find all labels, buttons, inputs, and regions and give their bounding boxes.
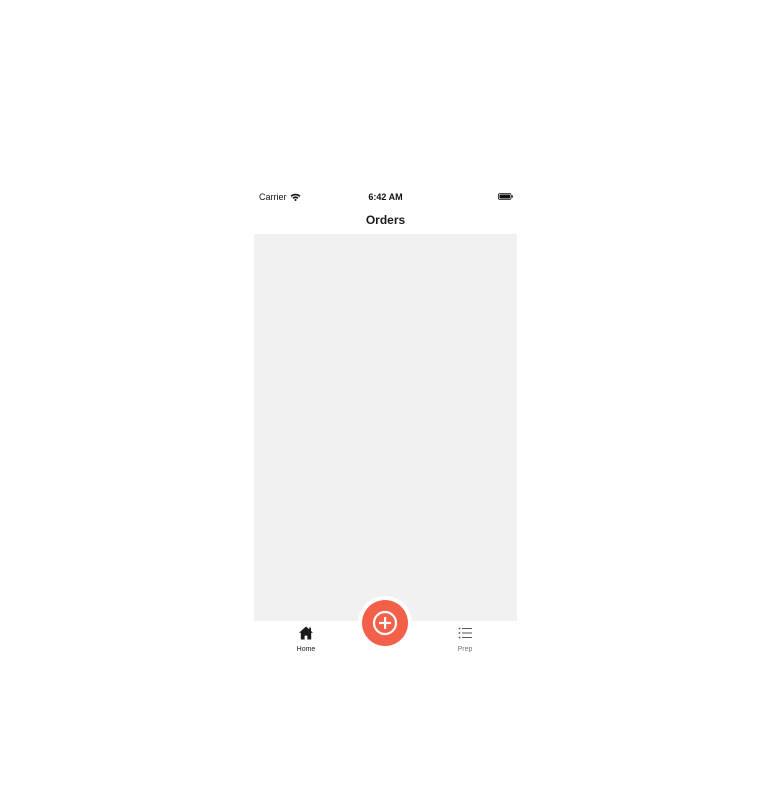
battery-icon (498, 193, 513, 200)
home-icon (299, 626, 313, 640)
status-bar: Carrier 6:42 AM (254, 186, 517, 208)
list-icon (458, 627, 472, 639)
tab-home-label: Home (296, 646, 316, 653)
navigation-bar: Orders (254, 208, 517, 234)
phone-screen: Carrier 6:42 AM Orders Home Prep (254, 186, 517, 660)
orders-list[interactable] (254, 234, 517, 621)
tab-prep-label: Prep (457, 646, 473, 653)
status-time: 6:42 AM (368, 192, 403, 202)
add-order-button[interactable] (362, 600, 408, 646)
plus-circle-icon (372, 610, 398, 636)
tab-prep[interactable]: Prep (435, 625, 495, 653)
page-title: Orders (365, 213, 406, 227)
tab-home[interactable]: Home (276, 625, 336, 653)
